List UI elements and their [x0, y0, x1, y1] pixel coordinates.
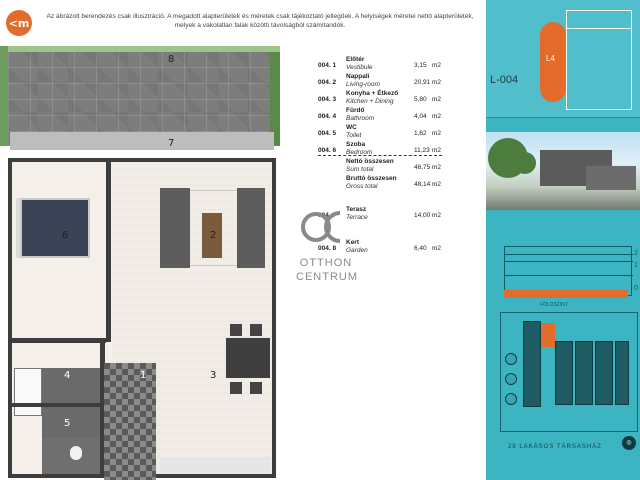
toilet-bowl [70, 446, 82, 460]
lot-outline [566, 10, 632, 110]
lot-tag: L4 [546, 54, 555, 63]
bed [20, 198, 90, 258]
tree-icon [505, 393, 517, 405]
vestibule-floor [104, 363, 156, 480]
dining-table [226, 338, 270, 378]
lot-divider [566, 28, 632, 29]
room-label-vestibule: 1 [140, 370, 147, 381]
kitchen-counter [160, 458, 270, 474]
room-label-toilet: 5 [64, 418, 71, 429]
watermark: OTTHON CENTRUM [296, 256, 358, 284]
disclaimer-text: Az ábrázolt berendezés csak illusztráció… [46, 13, 474, 29]
floor-number: 1 [634, 262, 638, 269]
apartment-marker [541, 323, 555, 347]
floor-number: 0 [634, 285, 638, 292]
floor-number: 2 [634, 250, 638, 257]
bedroom-wall [106, 162, 111, 342]
sofa-left [160, 188, 190, 268]
highlighted-floor [504, 290, 628, 298]
sofa-right [237, 188, 265, 268]
photo-tree [514, 152, 536, 174]
dining-chair [250, 382, 262, 394]
room-label-kitchen: 3 [210, 370, 217, 381]
bathtub [14, 368, 42, 416]
room-label-garden: 8 [168, 54, 175, 65]
floor-section [504, 246, 633, 296]
room-label-bathroom: 4 [64, 370, 71, 381]
tree-icon [505, 353, 517, 365]
photo-building [586, 166, 636, 190]
floor-plan: 8 7 6 2 3 1 4 5 [0, 38, 300, 480]
watermark-line2: CENTRUM [296, 271, 358, 283]
company-logo: <m [6, 10, 32, 36]
hedge-left [0, 46, 8, 146]
tree-icon [505, 373, 517, 385]
dining-chair [250, 324, 262, 336]
table-divider [318, 155, 442, 156]
bedroom-wall-bottom [12, 338, 106, 343]
room-label-living: 2 [210, 230, 217, 241]
building-photo [486, 132, 640, 210]
room-label-bedroom: 6 [62, 230, 69, 241]
terrace-floor [10, 132, 274, 150]
logo-text: <m [8, 16, 30, 30]
dining-chair [230, 382, 242, 394]
wet-room-wall [12, 403, 102, 407]
dining-chair [230, 324, 242, 336]
lot-label: L-004 [490, 74, 519, 86]
developer-logo-icon: ◎ [622, 436, 636, 450]
project-name: 28 LAKÁSOS TÁRSASHÁZ [508, 444, 602, 450]
room-label-terrace: 7 [168, 138, 175, 149]
site-plan [500, 312, 638, 432]
floor-label: FÖLDSZINT [540, 302, 568, 308]
watermark-line1: OTTHON [299, 257, 353, 269]
otthon-centrum-logo-icon [301, 211, 341, 243]
